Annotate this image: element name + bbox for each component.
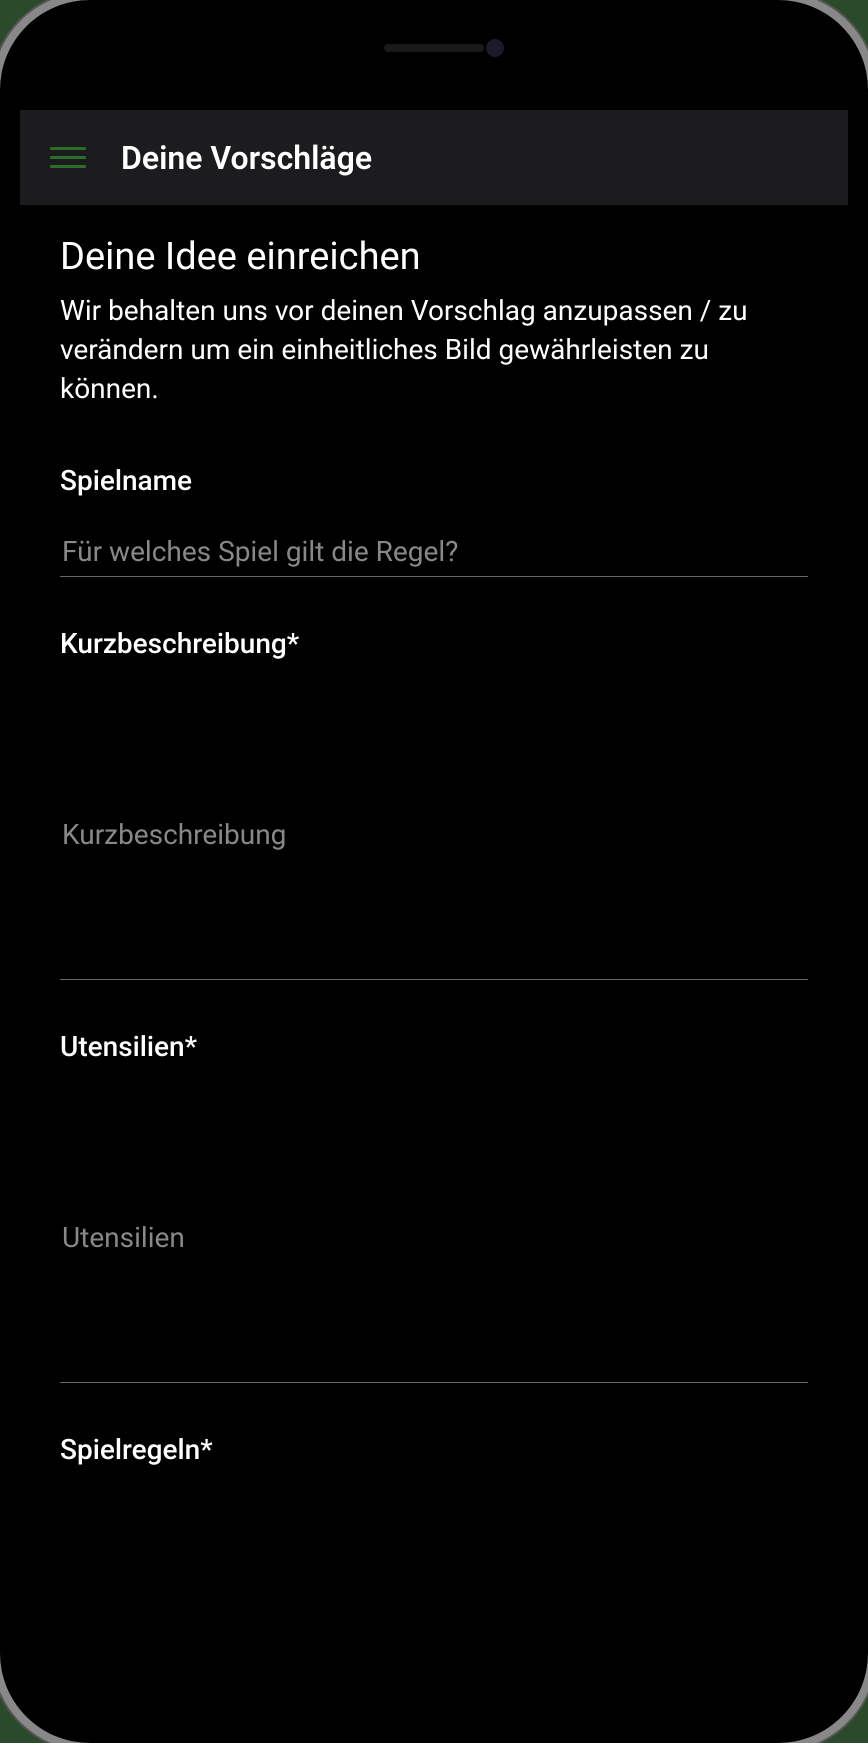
- app-screen: Deine Vorschläge Deine Idee einreichen W…: [20, 20, 848, 1723]
- utensilien-group: Utensilien* Utensilien: [60, 1030, 808, 1383]
- phone-camera: [486, 39, 504, 57]
- main-content: Deine Idee einreichen Wir behalten uns v…: [20, 205, 848, 1546]
- spielname-group: Spielname: [60, 464, 808, 577]
- spielregeln-group: Spielregeln*: [60, 1433, 808, 1466]
- page-description: Wir behalten uns vor deinen Vorschlag an…: [60, 291, 808, 409]
- kurzbeschreibung-placeholder: Kurzbeschreibung: [62, 818, 286, 851]
- app-header: Deine Vorschläge: [20, 110, 848, 205]
- phone-inner-frame: Deine Vorschläge Deine Idee einreichen W…: [20, 20, 848, 1723]
- utensilien-wrapper[interactable]: Utensilien: [60, 1093, 808, 1383]
- header-title: Deine Vorschläge: [121, 139, 372, 177]
- utensilien-placeholder: Utensilien: [62, 1221, 185, 1254]
- phone-speaker: [384, 44, 484, 52]
- hamburger-menu-icon[interactable]: [50, 147, 86, 168]
- kurzbeschreibung-label: Kurzbeschreibung*: [60, 627, 808, 660]
- kurzbeschreibung-wrapper[interactable]: Kurzbeschreibung: [60, 690, 808, 980]
- spielregeln-label: Spielregeln*: [60, 1433, 808, 1466]
- utensilien-label: Utensilien*: [60, 1030, 808, 1063]
- spielname-label: Spielname: [60, 464, 808, 497]
- spielname-input[interactable]: [60, 527, 808, 577]
- kurzbeschreibung-group: Kurzbeschreibung* Kurzbeschreibung: [60, 627, 808, 980]
- page-title: Deine Idee einreichen: [60, 235, 808, 279]
- phone-notch: [264, 20, 604, 75]
- phone-mockup-frame: Deine Vorschläge Deine Idee einreichen W…: [0, 0, 868, 1743]
